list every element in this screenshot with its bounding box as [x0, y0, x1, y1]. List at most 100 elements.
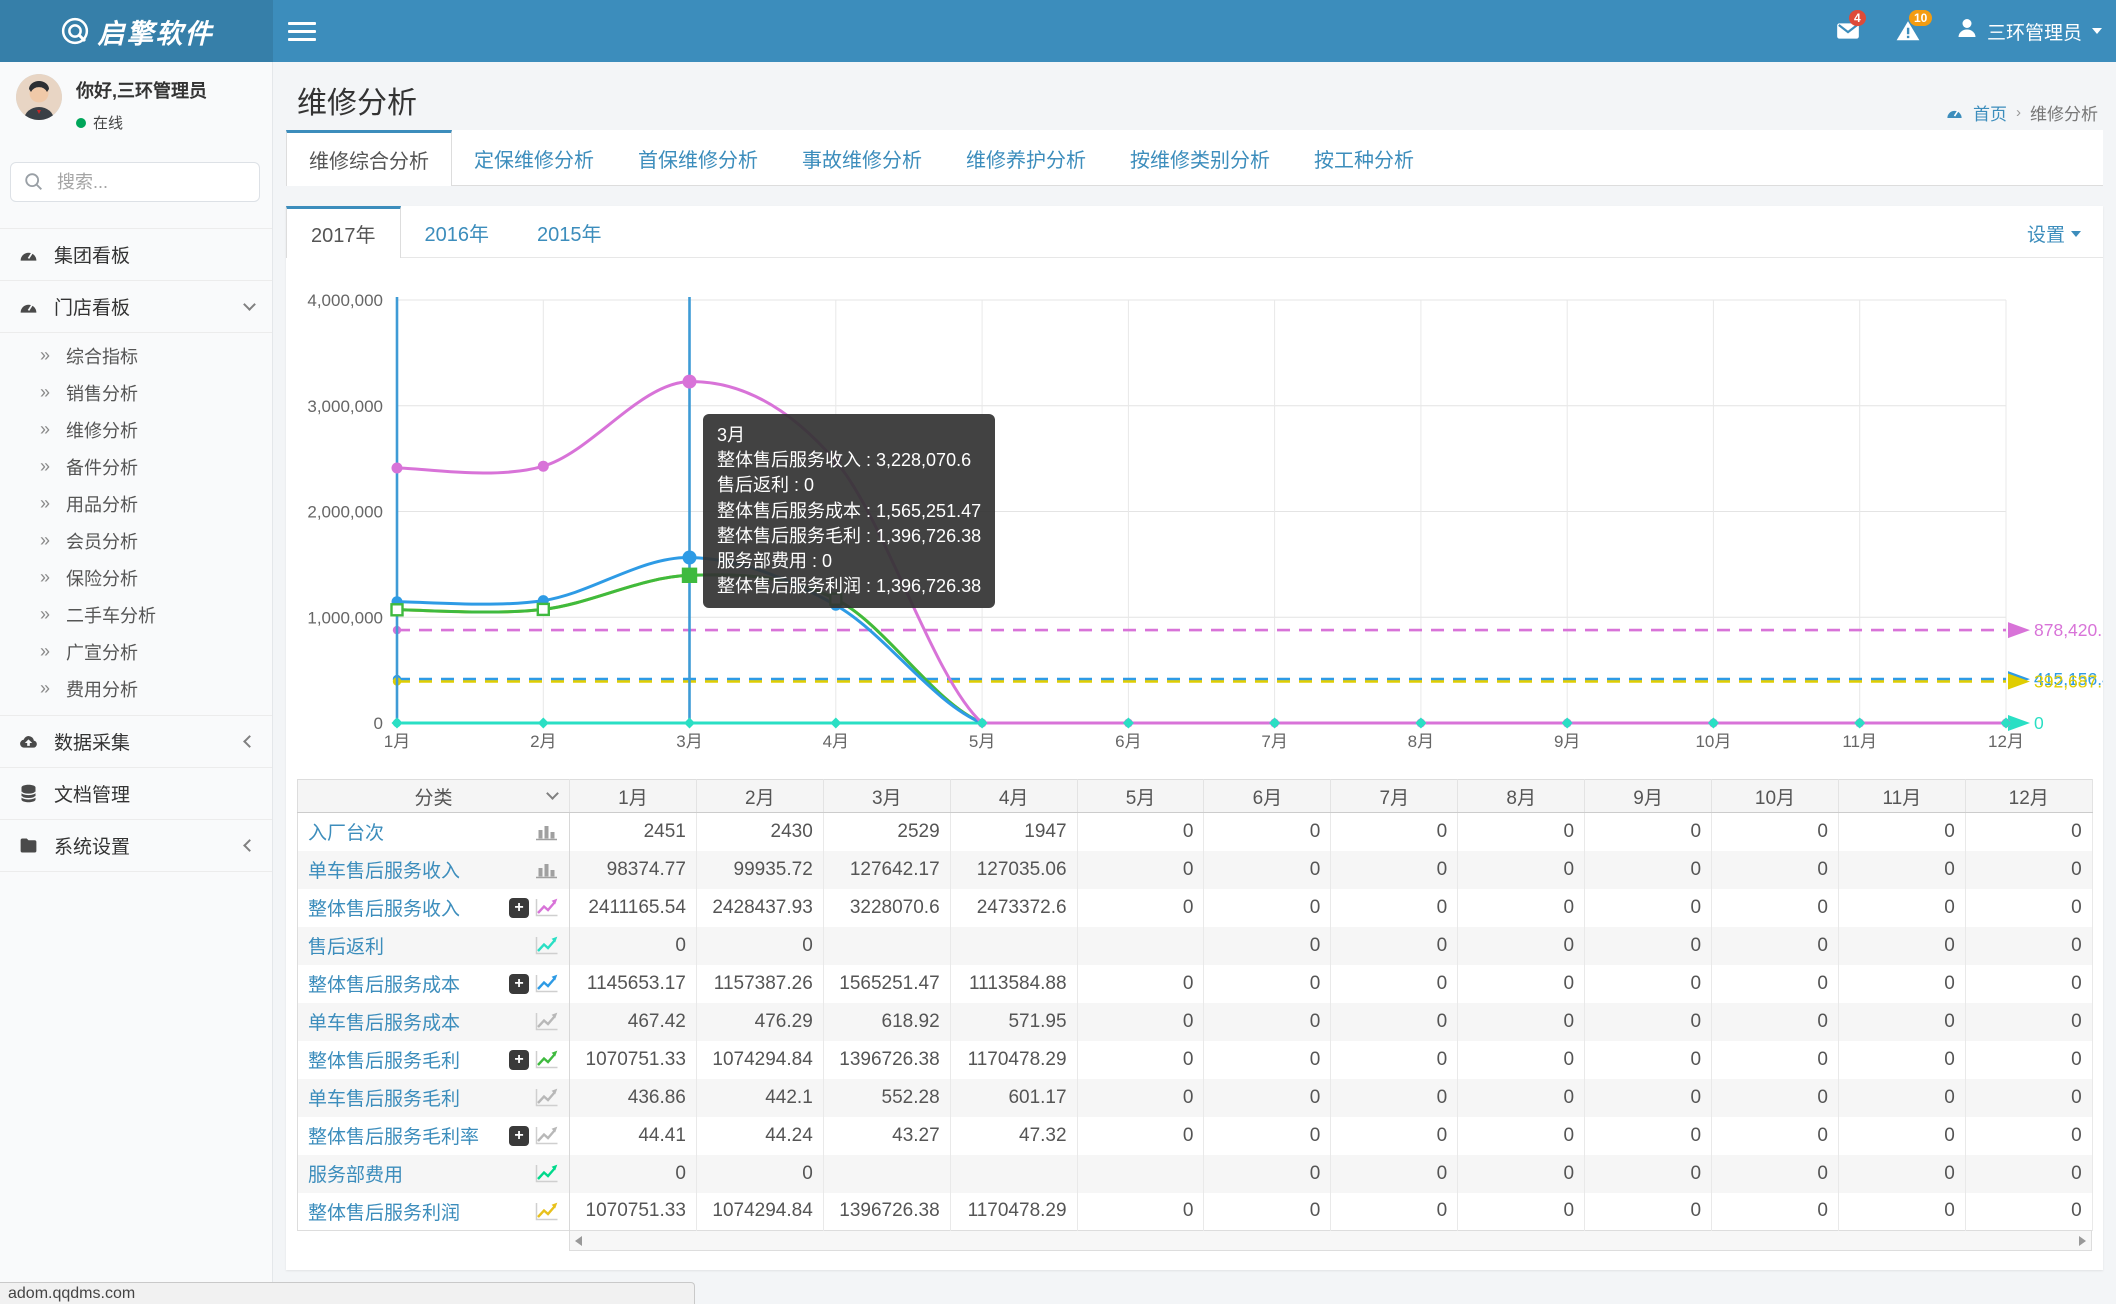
row-label-link[interactable]: 整体售后服务利润 [308, 1198, 535, 1225]
value-cell: 476.29 [696, 1002, 824, 1041]
tab-1[interactable]: 维修综合分析 [286, 130, 452, 186]
double-angle-icon: » [40, 419, 51, 439]
tab-3[interactable]: 首保维修分析 [616, 130, 780, 186]
tab-5[interactable]: 维修养护分析 [944, 130, 1108, 186]
value-cell: 0 [1711, 964, 1839, 1003]
month-column-header: 8月 [1457, 779, 1586, 813]
svg-text:878,420.56: 878,420.56 [2034, 620, 2103, 640]
tab-6[interactable]: 按维修类别分析 [1108, 130, 1292, 186]
sidebar-subitem[interactable]: » 备件分析 [0, 448, 272, 485]
expand-plus-icon[interactable]: + [509, 973, 529, 994]
svg-text:11月: 11月 [1842, 732, 1877, 751]
bar-chart-icon[interactable] [535, 860, 559, 879]
line-chart-icon[interactable] [535, 1012, 559, 1031]
tab-7[interactable]: 按工种分析 [1292, 130, 1436, 186]
category-column-header[interactable]: 分类 [297, 779, 570, 813]
sidebar-item-2[interactable]: 门店看板 [0, 281, 272, 333]
svg-text:4月: 4月 [823, 732, 849, 751]
tab-2[interactable]: 定保维修分析 [452, 130, 616, 186]
scroll-right-icon[interactable] [2079, 1236, 2086, 1246]
settings-dropdown[interactable]: 设置 [2027, 220, 2081, 247]
row-label-link[interactable]: 售后返利 [308, 932, 535, 959]
value-cell: 0 [1711, 1002, 1839, 1041]
page-title: 维修分析 [297, 87, 417, 120]
settings-label: 设置 [2026, 225, 2065, 246]
messages-button[interactable]: 4 [1835, 10, 1866, 44]
year-tab-3[interactable]: 2015年 [513, 206, 626, 258]
year-tab-2[interactable]: 2016年 [401, 206, 514, 258]
line-chart-icon[interactable] [535, 1050, 559, 1069]
line-chart-icon[interactable] [535, 936, 559, 955]
row-label-link[interactable]: 单车售后服务收入 [308, 856, 535, 883]
value-cell: 0 [1711, 1192, 1839, 1231]
search-input[interactable] [57, 171, 227, 193]
category-cell: 整体售后服务利润 [297, 1192, 570, 1231]
value-cell [1077, 1154, 1205, 1193]
bar-chart-icon[interactable] [535, 822, 559, 841]
value-cell: 1074294.84 [696, 1040, 824, 1079]
browser-status-bar: adom.qqdms.com [0, 1282, 695, 1304]
sidebar-subitem[interactable]: » 销售分析 [0, 374, 272, 411]
sidebar-subitem[interactable]: » 保险分析 [0, 559, 272, 596]
sidebar-subitem[interactable]: » 广宣分析 [0, 633, 272, 670]
tab-4[interactable]: 事故维修分析 [780, 130, 944, 186]
value-cell: 0 [569, 926, 697, 965]
sidebar-item-3[interactable]: 数据采集 [0, 716, 272, 768]
category-cell-inner: 整体售后服务成本 + [308, 970, 559, 997]
app-logo[interactable]: 启擎软件 [0, 0, 273, 62]
user-menu-button[interactable]: 三环管理员 [1955, 16, 2102, 46]
sidebar-search [10, 162, 260, 202]
sidebar-subitem[interactable]: » 二手车分析 [0, 596, 272, 633]
value-cell: 2430 [696, 812, 824, 851]
expand-plus-icon[interactable]: + [509, 897, 529, 918]
value-cell: 0 [569, 1154, 697, 1193]
sidebar-subitem[interactable]: » 用品分析 [0, 485, 272, 522]
row-label-link[interactable]: 整体售后服务成本 [308, 970, 509, 997]
row-label-link[interactable]: 单车售后服务毛利 [308, 1084, 535, 1111]
month-column-header: 1月 [569, 779, 697, 813]
line-chart-icon[interactable] [535, 974, 559, 993]
value-cell: 0 [1838, 926, 1966, 965]
category-cell: 入厂台次 [297, 812, 570, 851]
sidebar-toggle-button[interactable] [288, 17, 318, 45]
row-label-link[interactable]: 整体售后服务毛利 [308, 1046, 509, 1073]
row-label-link[interactable]: 单车售后服务成本 [308, 1008, 535, 1035]
sidebar-subitem[interactable]: » 费用分析 [0, 670, 272, 707]
svg-text:7月: 7月 [1261, 732, 1287, 751]
sidebar-subitem[interactable]: » 会员分析 [0, 522, 272, 559]
year-tab-1[interactable]: 2017年 [286, 206, 401, 258]
sidebar-item-1[interactable]: 集团看板 [0, 229, 272, 281]
sidebar-item-label: 门店看板 [54, 298, 131, 319]
line-chart-icon[interactable] [535, 1126, 559, 1145]
value-cell: 0 [1838, 964, 1966, 1003]
alerts-button[interactable]: 10 [1895, 10, 1933, 44]
row-label-link[interactable]: 整体售后服务毛利率 [308, 1122, 509, 1149]
value-cell: 0 [1965, 888, 2093, 927]
sidebar-item-4[interactable]: 文档管理 [0, 768, 272, 820]
breadcrumb-home-link[interactable]: 首页 [1973, 100, 2007, 125]
line-chart-icon[interactable] [535, 898, 559, 917]
value-cell: 552.28 [823, 1078, 951, 1117]
line-chart-icon[interactable] [535, 1088, 559, 1107]
sidebar-subitem[interactable]: » 综合指标 [0, 337, 272, 374]
double-angle-icon: » [40, 567, 51, 587]
expand-plus-icon[interactable]: + [509, 1049, 529, 1070]
line-chart-icon[interactable] [535, 1202, 559, 1221]
expand-plus-icon[interactable]: + [509, 1125, 529, 1146]
sidebar-subitem[interactable]: » 维修分析 [0, 411, 272, 448]
category-cell-inner: 整体售后服务毛利 + [308, 1046, 559, 1073]
chevron-left-icon [243, 839, 256, 852]
table-horizontal-scrollbar[interactable] [569, 1231, 2092, 1251]
value-cell: 467.42 [569, 1002, 697, 1041]
row-label-link[interactable]: 服务部费用 [308, 1160, 535, 1187]
sidebar: 你好,三环管理员 在线 集团看板门店看板 » 综合指标 » 销售分析 » 维修分析 » 备件分析… [0, 62, 273, 1304]
line-chart-icon[interactable] [535, 1164, 559, 1183]
value-cell: 0 [1965, 1154, 2093, 1193]
scroll-left-icon[interactable] [575, 1236, 582, 1246]
category-cell-inner: 服务部费用 [308, 1160, 559, 1187]
sidebar-item-5[interactable]: 系统设置 [0, 820, 272, 872]
value-cell: 0 [1965, 1192, 2093, 1231]
svg-text:9月: 9月 [1554, 732, 1580, 751]
row-label-link[interactable]: 整体售后服务收入 [308, 894, 509, 921]
row-label-link[interactable]: 入厂台次 [308, 818, 535, 845]
